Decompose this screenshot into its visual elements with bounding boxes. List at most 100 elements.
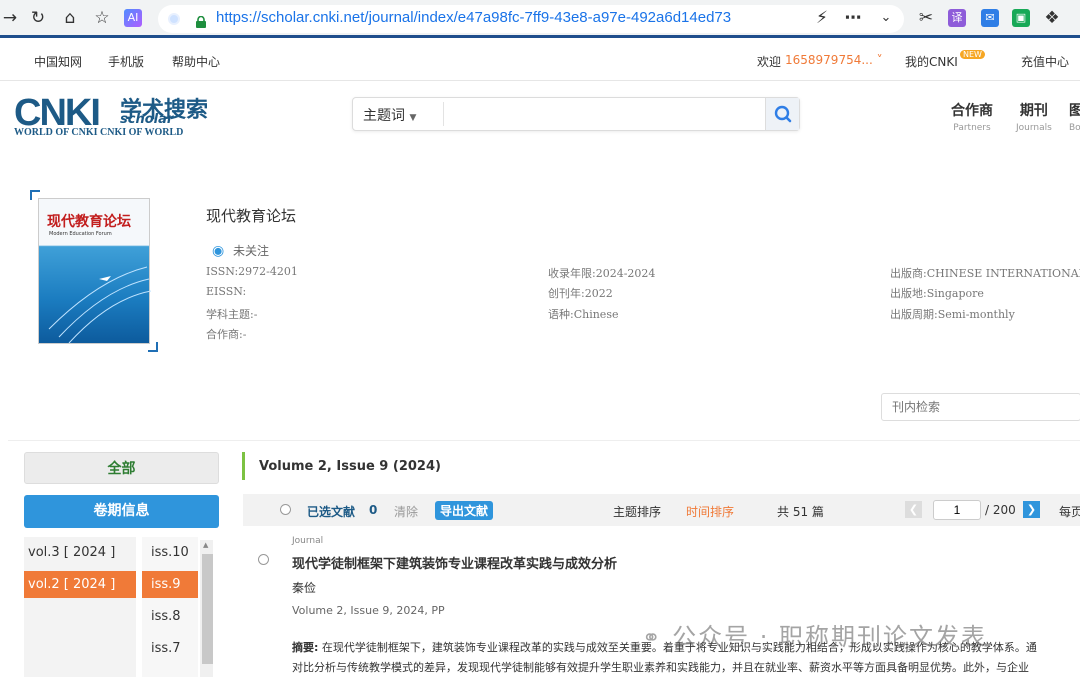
- search-button[interactable]: [765, 98, 799, 130]
- nav-partners-label: 合作商: [951, 103, 993, 119]
- nav-books-label: 图: [1069, 103, 1080, 119]
- journal-issn: ISSN:2972-4201: [206, 265, 298, 278]
- reload-icon[interactable]: ↻: [28, 8, 48, 28]
- watermark-text: 公众号 · 职称期刊论文发表: [672, 623, 987, 651]
- journal-founded: 创刊年:2022: [548, 287, 613, 300]
- abstract-label: 摘要:: [292, 641, 319, 654]
- user-menu[interactable]: 1658979754... ˅: [785, 53, 883, 67]
- scrollbar-thumb[interactable]: [202, 554, 213, 664]
- total-count: 共 51 篇: [777, 505, 824, 519]
- wechat-icon: ⚭: [642, 626, 663, 651]
- search-input[interactable]: [443, 102, 763, 126]
- sort-subject[interactable]: 主题排序: [613, 503, 661, 520]
- lock-icon: [196, 13, 206, 28]
- article-type: Journal: [292, 536, 324, 546]
- volume-title: Volume 2, Issue 9 (2024): [259, 459, 441, 474]
- select-all-radio[interactable]: [280, 504, 291, 515]
- back-icon[interactable]: →: [0, 8, 20, 28]
- page-input[interactable]: [933, 500, 981, 520]
- nav-journals[interactable]: 期刊 Journals: [1016, 100, 1052, 133]
- total-pages: / 200: [985, 503, 1016, 517]
- per-page-label[interactable]: 每页: [1059, 503, 1080, 520]
- mobile-link[interactable]: 手机版: [108, 53, 144, 70]
- nav-books-sub: Bo: [1069, 123, 1080, 133]
- volume-item-active[interactable]: vol.2 [ 2024 ]: [24, 571, 136, 598]
- results-toolbar: 已选文献 0 清除 导出文献 主题排序 时间排序 共 51 篇 ❮ / 200 …: [243, 494, 1080, 526]
- journal-language: 语种:Chinese: [548, 308, 619, 321]
- translate-extension-icon[interactable]: 译: [948, 9, 966, 27]
- nav-books[interactable]: 图 Bo: [1069, 100, 1080, 133]
- article-source: Volume 2, Issue 9, 2024, PP: [292, 604, 445, 617]
- article-author[interactable]: 秦俭: [292, 579, 316, 596]
- article-select-radio[interactable]: [258, 554, 269, 565]
- home-icon[interactable]: ⌂: [60, 8, 80, 28]
- search-field-select[interactable]: 主题词 ▼: [363, 105, 416, 125]
- nav-journals-sub: Journals: [1016, 123, 1052, 133]
- more-icon[interactable]: ⋯: [843, 8, 863, 28]
- site-info-icon[interactable]: [168, 13, 180, 25]
- section-divider: [8, 440, 1080, 441]
- sort-time[interactable]: 时间排序: [686, 503, 734, 520]
- nav-journals-label: 期刊: [1019, 103, 1048, 119]
- extensions-puzzle-icon[interactable]: ❖: [1042, 8, 1062, 28]
- cover-subtitle: Modern Education Forum: [49, 231, 112, 237]
- caret-down-icon: ▼: [409, 113, 417, 123]
- journal-publisher: 出版商:CHINESE INTERNATIONAL PUBL: [890, 267, 1080, 280]
- prev-page-icon[interactable]: ❮: [905, 501, 922, 518]
- all-issues-button[interactable]: 全部: [24, 452, 219, 484]
- selected-count: 0: [369, 503, 378, 517]
- home-link[interactable]: 中国知网: [34, 53, 82, 70]
- my-cnki-link[interactable]: 我的CNKI: [905, 53, 958, 70]
- issue-item[interactable]: iss.10: [142, 539, 198, 566]
- journal-frequency: 出版周期:Semi-monthly: [890, 308, 1015, 321]
- welcome-text: 欢迎: [757, 55, 782, 69]
- inner-search-input[interactable]: [881, 393, 1080, 421]
- site-topbar: 中国知网 手机版 帮助中心 欢迎 1658979754... ˅ 我的CNKI …: [0, 41, 1080, 81]
- journal-years: 收录年限:2024-2024: [548, 267, 656, 280]
- chat-extension-icon[interactable]: ▣: [1012, 9, 1030, 27]
- nav-partners[interactable]: 合作商 Partners: [951, 100, 993, 133]
- chevron-down-icon: ˅: [876, 53, 883, 67]
- scissors-icon[interactable]: ✂: [916, 8, 936, 28]
- nav-partners-sub: Partners: [953, 123, 991, 133]
- issue-item-active[interactable]: iss.9: [142, 571, 198, 598]
- article-title-link[interactable]: 现代学徒制框架下建筑装饰专业课程改革实践与成效分析: [292, 553, 617, 572]
- eye-icon: ◉: [212, 243, 225, 259]
- selected-docs-label: 已选文献: [307, 505, 356, 519]
- logo-scholar-text: scholar: [120, 112, 174, 127]
- journal-eissn: EISSN:: [206, 285, 247, 298]
- search-box: 主题词 ▼: [352, 97, 800, 131]
- url-text[interactable]: https://scholar.cnki.net/journal/index/e…: [216, 9, 731, 26]
- follow-label: 未关注: [233, 244, 270, 258]
- journal-cover: 现代教育论坛 Modern Education Forum: [30, 190, 158, 352]
- browser-toolbar: → ↻ ⌂ ☆ AI https://scholar.cnki.net/jour…: [0, 0, 1080, 38]
- issue-item[interactable]: iss.8: [142, 603, 198, 630]
- issue-scrollbar[interactable]: ▲: [200, 540, 213, 677]
- journal-partner: 合作商:-: [206, 328, 247, 341]
- chevron-down-icon[interactable]: ⌄: [876, 8, 896, 28]
- volume-item[interactable]: vol.3 [ 2024 ]: [24, 539, 136, 566]
- cover-graphic: [48, 266, 151, 343]
- clear-button[interactable]: 清除: [394, 503, 418, 520]
- recharge-link[interactable]: 充值中心: [1021, 53, 1069, 70]
- search-field-label: 主题词: [363, 108, 405, 124]
- follow-button[interactable]: ◉ 未关注: [212, 242, 269, 259]
- mail-extension-icon[interactable]: ✉: [981, 9, 999, 27]
- issue-info-button[interactable]: 卷期信息: [24, 495, 219, 528]
- issue-item[interactable]: iss.7: [142, 635, 198, 662]
- journal-title: 现代教育论坛: [206, 207, 297, 225]
- cover-image: 现代教育论坛 Modern Education Forum: [38, 198, 151, 344]
- help-link[interactable]: 帮助中心: [172, 53, 220, 70]
- scroll-up-icon[interactable]: ▲: [203, 541, 208, 549]
- search-icon: [774, 105, 792, 123]
- lightning-icon[interactable]: ⚡: [812, 8, 832, 28]
- address-bar[interactable]: https://scholar.cnki.net/journal/index/e…: [158, 5, 904, 33]
- watermark: ⚭ 公众号 · 职称期刊论文发表: [642, 617, 987, 652]
- new-badge: NEW: [960, 50, 985, 59]
- ai-extension-icon[interactable]: AI: [124, 9, 142, 27]
- next-page-icon[interactable]: ❯: [1023, 501, 1040, 518]
- export-button[interactable]: 导出文献: [435, 501, 494, 520]
- journal-subject: 学科主题:-: [206, 308, 258, 321]
- favorites-icon[interactable]: ☆: [92, 8, 112, 28]
- logo-slogan: WORLD OF CNKI CNKI OF WORLD: [14, 127, 184, 138]
